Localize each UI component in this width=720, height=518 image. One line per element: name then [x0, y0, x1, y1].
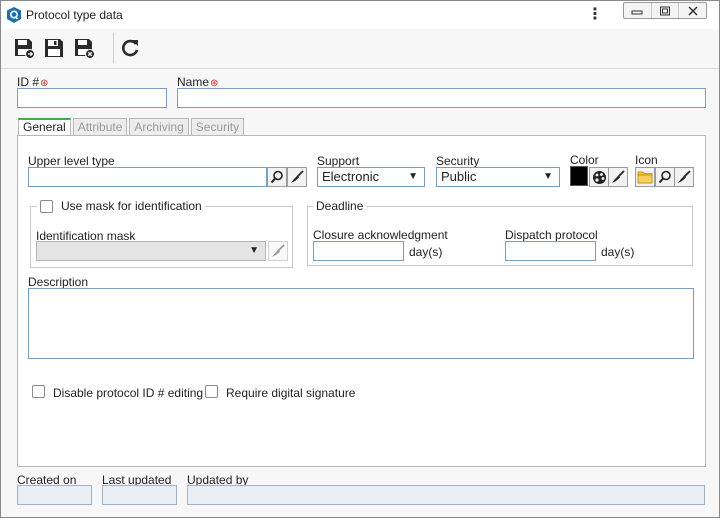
dropdown-arrow-icon: ▼	[543, 171, 553, 182]
window-title: Protocol type data	[26, 8, 123, 22]
created-on-field	[17, 485, 92, 505]
security-select[interactable]: Public ▼	[436, 167, 560, 187]
minimize-button[interactable]	[624, 3, 652, 18]
tab-archiving[interactable]: Archiving	[129, 118, 189, 136]
save-and-close-button[interactable]	[71, 35, 97, 61]
upper-level-type-field[interactable]	[28, 167, 267, 187]
updated-by-field	[187, 485, 705, 505]
color-clear-button[interactable]	[608, 167, 628, 187]
close-icon	[688, 5, 698, 16]
require-signature-label: Require digital signature	[226, 386, 356, 400]
support-select[interactable]: Electronic ▼	[317, 167, 425, 187]
upper-level-search-button[interactable]	[267, 167, 287, 187]
identification-mask-clear-button[interactable]	[268, 241, 288, 261]
dropdown-arrow-icon: ▼	[408, 171, 418, 182]
window-controls	[623, 2, 707, 19]
upper-level-type-label: Upper level type	[28, 154, 115, 168]
refresh-icon	[122, 39, 139, 57]
palette-icon	[592, 170, 606, 184]
app-logo-icon	[7, 7, 21, 23]
save-new-icon	[15, 39, 35, 59]
save-and-new-button[interactable]	[11, 35, 37, 61]
description-textarea[interactable]	[28, 288, 694, 359]
maximize-icon	[660, 6, 670, 15]
color-swatch[interactable]	[570, 166, 588, 186]
broom-icon	[272, 244, 285, 257]
refresh-button[interactable]	[117, 35, 143, 61]
id-label: ID #⊛	[17, 75, 49, 89]
description-label: Description	[28, 275, 89, 289]
security-label: Security	[436, 154, 480, 168]
closure-days-unit: day(s)	[409, 245, 443, 259]
closure-acknowledgment-label: Closure acknowledgment	[313, 228, 448, 242]
save-button[interactable]	[41, 35, 67, 61]
save-icon	[45, 39, 63, 57]
minimize-icon	[631, 10, 643, 14]
require-signature-checkbox[interactable]	[205, 385, 218, 398]
window-menu-button[interactable]: ⋮	[587, 5, 603, 25]
dropdown-arrow-icon: ▼	[249, 245, 259, 256]
title-bar: Protocol type data ⋮	[1, 1, 719, 29]
toolbar	[1, 29, 719, 69]
security-value: Public	[441, 169, 477, 184]
broom-icon	[291, 170, 304, 183]
id-field[interactable]	[17, 88, 167, 108]
broom-icon	[612, 170, 625, 183]
name-field[interactable]	[177, 88, 706, 108]
identification-mask-select[interactable]: ▼	[36, 241, 266, 261]
icon-clear-button[interactable]	[674, 167, 694, 187]
icon-label: Icon	[635, 153, 658, 167]
support-label: Support	[317, 154, 360, 168]
broom-icon	[678, 170, 691, 183]
tab-security[interactable]: Security	[190, 118, 245, 136]
name-label: Name⊛	[177, 75, 219, 89]
dispatch-protocol-label: Dispatch protocol	[505, 228, 598, 242]
dispatch-days-unit: day(s)	[601, 245, 635, 259]
search-icon	[658, 170, 671, 184]
color-label: Color	[570, 153, 599, 167]
closure-acknowledgment-field[interactable]	[313, 241, 404, 261]
support-value: Electronic	[322, 169, 380, 184]
maximize-button[interactable]	[652, 3, 680, 18]
search-icon	[270, 170, 283, 184]
icon-browse-button[interactable]	[635, 167, 655, 187]
save-close-icon	[75, 39, 95, 59]
mask-group-legend: Use mask for identification	[37, 199, 205, 213]
icon-search-button[interactable]	[655, 167, 675, 187]
dispatch-protocol-field[interactable]	[505, 241, 596, 261]
tab-attribute[interactable]: Attribute	[72, 118, 128, 136]
use-mask-checkbox[interactable]	[40, 199, 53, 213]
color-picker-button[interactable]	[589, 167, 609, 187]
last-updated-field	[102, 485, 177, 505]
folder-icon	[637, 171, 653, 184]
disable-editing-checkbox[interactable]	[32, 385, 45, 398]
upper-level-clear-button[interactable]	[287, 167, 307, 187]
disable-editing-label: Disable protocol ID # editing	[53, 386, 204, 400]
toolbar-separator	[113, 33, 114, 63]
close-button[interactable]	[679, 3, 706, 18]
tab-strip: General Attribute Archiving Security	[18, 118, 246, 137]
deadline-legend: Deadline	[313, 199, 367, 213]
protocol-type-window: Protocol type data ⋮ ID #⊛ Name⊛ General…	[0, 0, 720, 518]
use-mask-label: Use mask for identification	[61, 199, 202, 213]
